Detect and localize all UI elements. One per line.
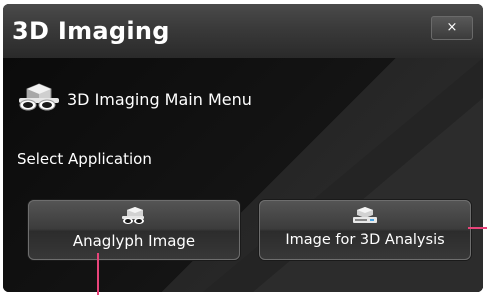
dialog-title: 3D Imaging — [12, 17, 170, 45]
main-menu-header: 3D Imaging Main Menu — [17, 82, 252, 116]
anaglyph-image-button[interactable]: Anaglyph Image — [28, 200, 240, 260]
anaglyph-image-label: Anaglyph Image — [72, 232, 196, 250]
close-button[interactable]: × — [431, 16, 473, 40]
title-bar: 3D Imaging × — [3, 4, 483, 58]
image-for-3d-analysis-button[interactable]: Image for 3D Analysis — [259, 200, 471, 260]
screenshot-frame: 3D Imaging × 3D Imaging Main Menu Select… — [0, 0, 487, 295]
3d-scanner-icon — [351, 206, 379, 230]
anaglyph-callout-line — [97, 253, 99, 295]
3d-glasses-icon — [17, 82, 63, 116]
3d-glasses-icon — [121, 206, 147, 230]
image-for-3d-analysis-label: Image for 3D Analysis — [285, 232, 445, 248]
main-menu-title: 3D Imaging Main Menu — [67, 89, 252, 109]
close-icon: × — [446, 20, 458, 35]
analysis-callout-line — [468, 227, 487, 229]
3d-imaging-dialog: 3D Imaging × 3D Imaging Main Menu Select… — [3, 4, 483, 292]
select-application-label: Select Application — [17, 150, 152, 168]
dialog-body: 3D Imaging Main Menu Select Application — [3, 58, 483, 292]
